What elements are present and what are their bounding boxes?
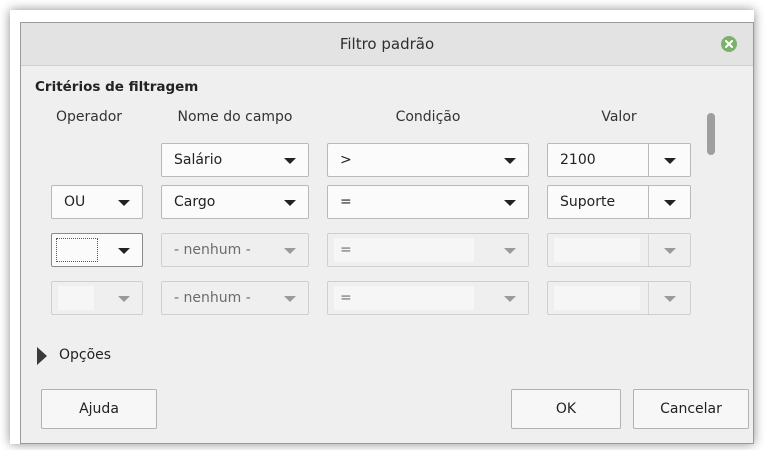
field-select-row-3[interactable]: - nenhum - xyxy=(161,233,309,267)
value-input[interactable] xyxy=(548,234,649,266)
chevron-down-icon xyxy=(284,248,296,254)
field-select-row-4[interactable]: - nenhum - xyxy=(161,281,309,315)
chevron-down-icon xyxy=(504,158,516,164)
value-combo-row-1[interactable]: 2100 xyxy=(547,143,691,177)
chevron-down-icon[interactable] xyxy=(664,158,676,164)
condition-select-row-1[interactable]: > xyxy=(327,143,529,177)
expand-triangle-icon xyxy=(37,347,47,365)
scrollbar-thumb[interactable] xyxy=(707,113,715,155)
select-fill xyxy=(334,238,474,262)
operator-select-row-2[interactable]: OU xyxy=(51,185,143,219)
title-bar: Filtro padrão xyxy=(21,23,753,66)
chevron-down-icon xyxy=(504,200,516,206)
value-input[interactable] xyxy=(548,282,649,314)
chevron-down-icon xyxy=(504,248,516,254)
field-value: - nenhum - xyxy=(174,290,251,306)
chevron-down-icon xyxy=(118,248,130,254)
condition-value: > xyxy=(340,152,352,168)
chevron-down-icon[interactable] xyxy=(664,200,676,206)
chevron-down-icon xyxy=(284,296,296,302)
chevron-down-icon xyxy=(118,296,130,302)
header-condition: Condição xyxy=(395,109,461,125)
condition-value: = xyxy=(340,194,352,210)
header-operator: Operador xyxy=(55,109,123,125)
operator-select-row-4[interactable] xyxy=(51,281,143,315)
select-fill xyxy=(334,286,474,310)
input-fill xyxy=(554,238,640,262)
header-field-name: Nome do campo xyxy=(177,109,293,125)
filter-criteria-heading: Critérios de filtragem xyxy=(35,79,199,95)
value-combo-row-3[interactable] xyxy=(547,233,691,267)
chevron-down-icon[interactable] xyxy=(664,248,676,254)
condition-select-row-4[interactable]: = xyxy=(327,281,529,315)
field-value: Salário xyxy=(174,152,223,168)
field-value: - nenhum - xyxy=(174,242,251,258)
value-combo-row-4[interactable] xyxy=(547,281,691,315)
operator-select-row-3[interactable] xyxy=(51,233,143,267)
chevron-down-icon[interactable] xyxy=(664,296,676,302)
condition-select-row-3[interactable]: = xyxy=(327,233,529,267)
condition-select-row-2[interactable]: = xyxy=(327,185,529,219)
input-fill xyxy=(554,286,640,310)
options-label: Opções xyxy=(59,347,112,363)
operator-value: OU xyxy=(64,194,86,210)
focus-indicator xyxy=(56,238,98,262)
chevron-down-icon xyxy=(118,200,130,206)
value-text: Suporte xyxy=(560,194,616,210)
dialog-title: Filtro padrão xyxy=(339,35,435,53)
field-select-row-1[interactable]: Salário xyxy=(161,143,309,177)
chevron-down-icon xyxy=(284,158,296,164)
cancel-button[interactable]: Cancelar xyxy=(633,389,749,429)
chevron-down-icon xyxy=(504,296,516,302)
condition-value: = xyxy=(340,290,352,306)
value-input[interactable]: Suporte xyxy=(548,186,649,218)
help-button[interactable]: Ajuda xyxy=(41,389,157,429)
select-fill xyxy=(58,286,94,310)
header-value: Valor xyxy=(601,109,637,125)
field-select-row-2[interactable]: Cargo xyxy=(161,185,309,219)
field-value: Cargo xyxy=(174,194,216,210)
chevron-down-icon xyxy=(284,200,296,206)
value-combo-row-2[interactable]: Suporte xyxy=(547,185,691,219)
close-icon[interactable] xyxy=(721,36,737,52)
ok-button[interactable]: OK xyxy=(511,389,621,429)
standard-filter-dialog: Filtro padrão Critérios de filtragem Ope… xyxy=(20,22,754,444)
condition-value: = xyxy=(340,242,352,258)
value-input[interactable]: 2100 xyxy=(548,144,649,176)
value-text: 2100 xyxy=(560,152,596,168)
